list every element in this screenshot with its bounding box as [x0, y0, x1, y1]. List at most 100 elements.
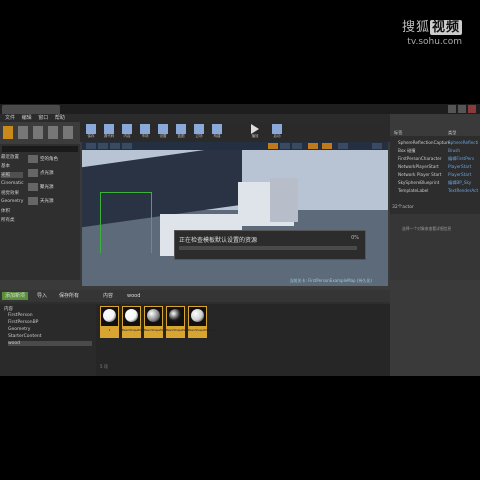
asset-label: BasicShapeMaterial — [188, 328, 216, 332]
rotation-snap-toggle[interactable] — [322, 143, 332, 149]
place-item-point-light[interactable]: 点光源 — [40, 170, 54, 176]
outliner-row[interactable]: Network Player Start PlayerStart — [398, 172, 478, 178]
tree-item[interactable]: FirstPerson — [8, 313, 33, 318]
material-sphere-icon — [191, 309, 204, 322]
add-new-button[interactable]: 添加新项 — [2, 292, 29, 300]
outliner-row[interactable]: Box 碰撞 Brush — [398, 148, 478, 154]
outliner-row-type: SphereReflectionCapture — [448, 140, 478, 145]
build-button[interactable]: 构建 — [210, 124, 224, 140]
spot-light-icon — [28, 183, 38, 191]
perspective-button[interactable] — [98, 143, 108, 149]
outliner-label-column: 标签 — [394, 130, 403, 135]
place-item-spot-light[interactable]: 聚光源 — [40, 184, 54, 190]
cinematics-icon — [194, 124, 204, 134]
show-button[interactable] — [122, 143, 132, 149]
paint-mode-icon[interactable] — [18, 126, 28, 139]
marketplace-button[interactable]: 市场 — [138, 124, 152, 140]
outliner-row-type: 编辑FirstPers — [448, 156, 475, 161]
save-button[interactable]: 保存 — [84, 124, 98, 140]
landscape-mode-icon[interactable] — [33, 126, 43, 139]
place-item-empty-actor[interactable]: 空的角色 — [40, 156, 58, 162]
save-icon — [86, 124, 96, 134]
content-button[interactable]: 内容 — [120, 124, 134, 140]
import-button[interactable]: 导入 — [34, 292, 50, 300]
tree-item-selected[interactable]: wood — [8, 341, 92, 346]
path-crumb-content[interactable]: 内容 — [100, 292, 116, 300]
category-basic[interactable]: 基本 — [1, 163, 10, 169]
menu-window[interactable]: 窗口 — [38, 115, 48, 121]
class-search-input[interactable] — [2, 146, 78, 152]
outliner-row[interactable]: TemplateLabel TextRenderActor — [398, 188, 478, 194]
outliner-row[interactable]: FirstPersonCharacter 编辑FirstPers — [398, 156, 478, 162]
asset-tile[interactable]: 1 — [100, 306, 119, 338]
viewport-options-button[interactable] — [86, 143, 96, 149]
foliage-mode-icon[interactable] — [48, 126, 58, 139]
outliner-row[interactable]: SkySphereBlueprint 编辑BP_Sky — [398, 180, 478, 186]
rotate-tool[interactable] — [280, 143, 290, 149]
source-control-icon — [104, 124, 114, 134]
tree-item[interactable]: StarterContent — [8, 334, 42, 339]
outliner-type-column: 类型 — [448, 130, 457, 135]
level-caption: 当前关卡: FirstPersonExampleMap (持久化) — [289, 278, 372, 283]
outliner-row[interactable]: NetworkPlayerStart PlayerStart — [398, 164, 478, 170]
category-volumes[interactable]: 体积 — [1, 208, 10, 214]
outliner-row-type: PlayerStart — [448, 172, 472, 177]
menu-file[interactable]: 文件 — [5, 115, 15, 121]
source-control-button[interactable]: 源代码 — [102, 124, 116, 140]
category-visual-effects[interactable]: 视觉效果 — [1, 190, 19, 196]
loading-percent: 0% — [351, 235, 359, 241]
level-tab[interactable] — [2, 105, 60, 114]
material-thumbnail — [167, 307, 184, 326]
actor-count: 32个actor — [392, 205, 414, 210]
outliner-row[interactable]: SphereReflectionCaptureSphereReflectionC… — [398, 140, 478, 146]
marketplace-icon — [140, 124, 150, 134]
asset-label: 1 — [108, 328, 111, 332]
tree-item[interactable]: 内容 — [4, 306, 13, 312]
camera-speed-button[interactable] — [338, 143, 348, 149]
launch-icon — [272, 124, 282, 134]
blueprint-icon — [176, 124, 186, 134]
save-all-button[interactable]: 保存所有 — [56, 292, 82, 300]
tree-item[interactable]: FirstPersonBP — [8, 320, 38, 325]
lit-button[interactable] — [110, 143, 120, 149]
category-geometry[interactable]: Geometry — [1, 199, 23, 204]
scale-tool[interactable] — [292, 143, 302, 149]
place-item-sky-light[interactable]: 天光源 — [40, 198, 54, 204]
outliner-row-type: TextRenderActor — [448, 188, 478, 193]
asset-tile[interactable]: BasicShapeMaterial — [122, 306, 150, 338]
menu-edit[interactable]: 编辑 — [22, 115, 32, 121]
translate-tool[interactable] — [268, 143, 278, 149]
minimize-button[interactable] — [448, 105, 456, 113]
launch-button[interactable]: 启动 — [270, 124, 284, 140]
outliner-row-name: SkySphereBlueprint — [398, 180, 440, 185]
level-viewport[interactable]: 正在检查模板默认设置的资源 0% 当前关卡: FirstPersonExampl… — [82, 142, 388, 286]
path-crumb-folder[interactable]: wood — [124, 292, 143, 300]
outliner-row-type: 编辑BP_Sky — [448, 180, 472, 185]
blueprints-button[interactable]: 蓝图 — [174, 124, 188, 140]
grid-snap-toggle[interactable] — [308, 143, 318, 149]
play-button[interactable]: 播放 — [248, 124, 262, 140]
asset-label: BasicShapeMaterial — [144, 328, 172, 332]
details-panel: 选择一个对象来查看详细信息 — [390, 214, 480, 280]
maximize-button[interactable] — [458, 105, 466, 113]
category-all-classes[interactable]: 所有类 — [1, 217, 15, 223]
category-lights[interactable]: 光照 — [1, 172, 23, 178]
geometry-mode-icon[interactable] — [63, 126, 73, 139]
tree-item[interactable]: Geometry — [8, 327, 30, 332]
sky-light-icon — [28, 197, 38, 205]
category-recent[interactable]: 最近放置 — [1, 154, 19, 160]
menu-help[interactable]: 帮助 — [55, 115, 65, 121]
maximize-viewport-button[interactable] — [372, 143, 382, 149]
outliner-header: 标签 类型 — [390, 122, 480, 136]
asset-label: BasicShapeMaterial — [122, 328, 150, 332]
close-button[interactable] — [468, 105, 476, 113]
asset-tile[interactable]: BasicShapeMaterial_1 — [166, 306, 197, 338]
asset-tile[interactable]: BasicShapeMaterial — [188, 306, 216, 338]
cinematics-button[interactable]: 过场 — [192, 124, 206, 140]
asset-tile[interactable]: BasicShapeMaterial — [144, 306, 172, 338]
settings-button[interactable]: 设置 — [156, 124, 170, 140]
watermark: 搜狐 视频 tv.sohu.com — [382, 16, 462, 50]
place-mode-icon[interactable] — [3, 126, 13, 139]
outliner-row-name: NetworkPlayerStart — [398, 164, 439, 169]
category-cinematic[interactable]: Cinematic — [1, 181, 24, 186]
